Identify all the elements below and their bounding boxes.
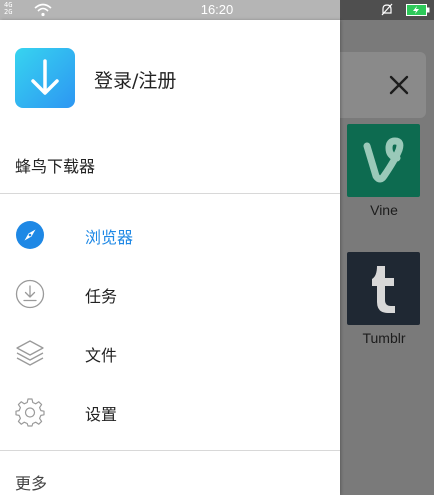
battery-icon [406, 4, 430, 16]
menu-label-tasks: 任务 [85, 287, 118, 306]
divider [0, 450, 340, 451]
login-register-label: 登录/注册 [94, 70, 177, 92]
status-bar: 4G 2G 16:20 [0, 0, 434, 20]
layers-icon [16, 340, 44, 366]
vine-label: Vine [370, 202, 398, 218]
app-name: 蜂鸟下载器 [15, 157, 96, 176]
more-section-label[interactable]: 更多 [15, 470, 47, 494]
tumblr-label: Tumblr [362, 330, 406, 346]
login-register-row[interactable]: 登录/注册 [0, 20, 340, 128]
download-arrow-icon [31, 59, 59, 95]
menu-label-files: 文件 [85, 346, 118, 365]
menu-item-files[interactable]: 文件 [0, 324, 340, 382]
tumblr-logo-icon [372, 266, 395, 313]
menu-label-settings: 设置 [85, 405, 118, 424]
vine-logo-icon [363, 137, 404, 183]
bell-muted-icon [381, 3, 393, 16]
menu-item-settings[interactable]: 设置 [0, 383, 340, 441]
compass-icon [16, 221, 44, 249]
download-circle-icon [15, 279, 45, 309]
vine-tile [347, 124, 420, 197]
app-logo [15, 48, 75, 108]
navigation-drawer: 登录/注册 蜂鸟下载器 浏览器 任务 文件 设置 更多 [0, 20, 340, 495]
status-time: 16:20 [200, 2, 234, 17]
menu-item-tasks[interactable]: 任务 [0, 265, 340, 323]
close-icon [389, 75, 409, 95]
menu-label-browser: 浏览器 [85, 228, 134, 247]
gear-icon [15, 398, 45, 427]
menu-item-browser[interactable]: 浏览器 [0, 206, 340, 264]
tumblr-tile [347, 252, 420, 325]
divider [0, 193, 340, 194]
